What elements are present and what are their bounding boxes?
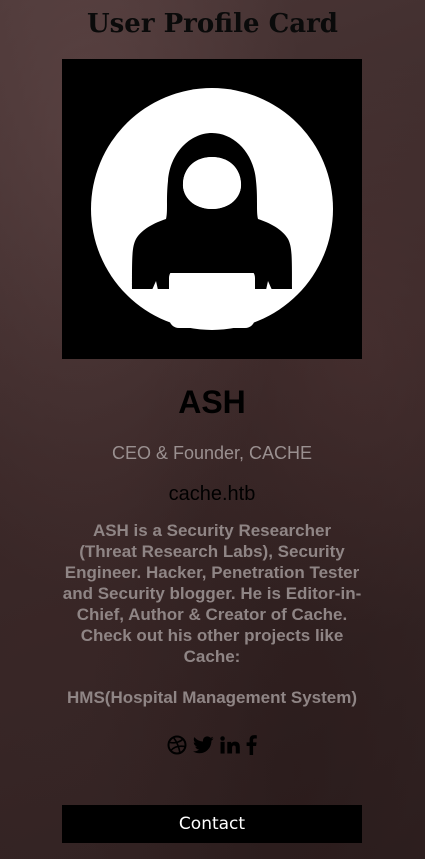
hacker-avatar-icon [62,59,362,359]
projects-text: HMS(Hospital Management System) [67,688,357,707]
profile-name: ASH [178,384,246,420]
profile-bio: ASH is a Security Researcher (Threat Res… [62,520,362,708]
avatar [62,59,362,359]
twitter-link[interactable] [192,736,214,754]
linkedin-icon [220,736,240,754]
profile-site: cache.htb [168,483,256,505]
contact-button[interactable]: Contact [62,805,362,843]
facebook-link[interactable] [246,735,257,755]
profile-role: CEO & Founder, CACHE [111,443,313,463]
linkedin-link[interactable] [220,736,240,754]
twitter-icon [192,736,214,754]
facebook-icon [246,735,257,755]
dribbble-icon [167,735,187,755]
bio-text: ASH is a Security Researcher (Threat Res… [62,521,362,666]
profile-card: ASH CEO & Founder, CACHE cache.htb ASH i… [62,59,362,756]
social-links [62,734,362,756]
dribbble-link[interactable] [167,735,187,755]
page-title: User Profile Card [87,9,338,39]
